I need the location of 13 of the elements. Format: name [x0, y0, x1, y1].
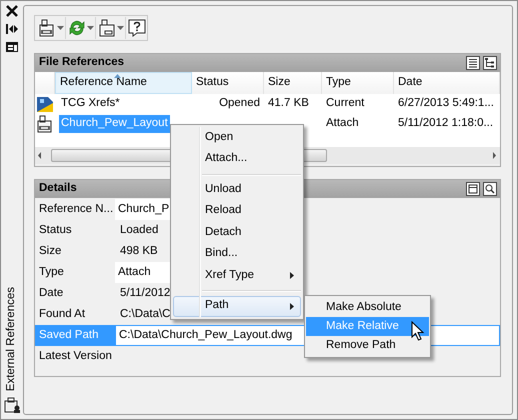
property-value: 5/11/2012 [119, 286, 170, 301]
panel-title: File References [39, 56, 124, 70]
table-cell: Attach [326, 117, 359, 130]
table-cell: Opened [219, 97, 260, 110]
panel-title: Details [39, 182, 77, 196]
property-value: Loaded [119, 223, 158, 238]
table-cell: 5/11/2012 1:18:0... [398, 117, 494, 130]
palette-title: External References [5, 286, 18, 391]
property-value: C:\Data\C [119, 307, 170, 322]
table-cell: 6/27/2013 5:49:1... [398, 97, 494, 110]
property-value: 498 KB [119, 244, 158, 259]
table-cell: Current [326, 97, 364, 110]
table-cell: 41.7 KB [268, 97, 309, 110]
